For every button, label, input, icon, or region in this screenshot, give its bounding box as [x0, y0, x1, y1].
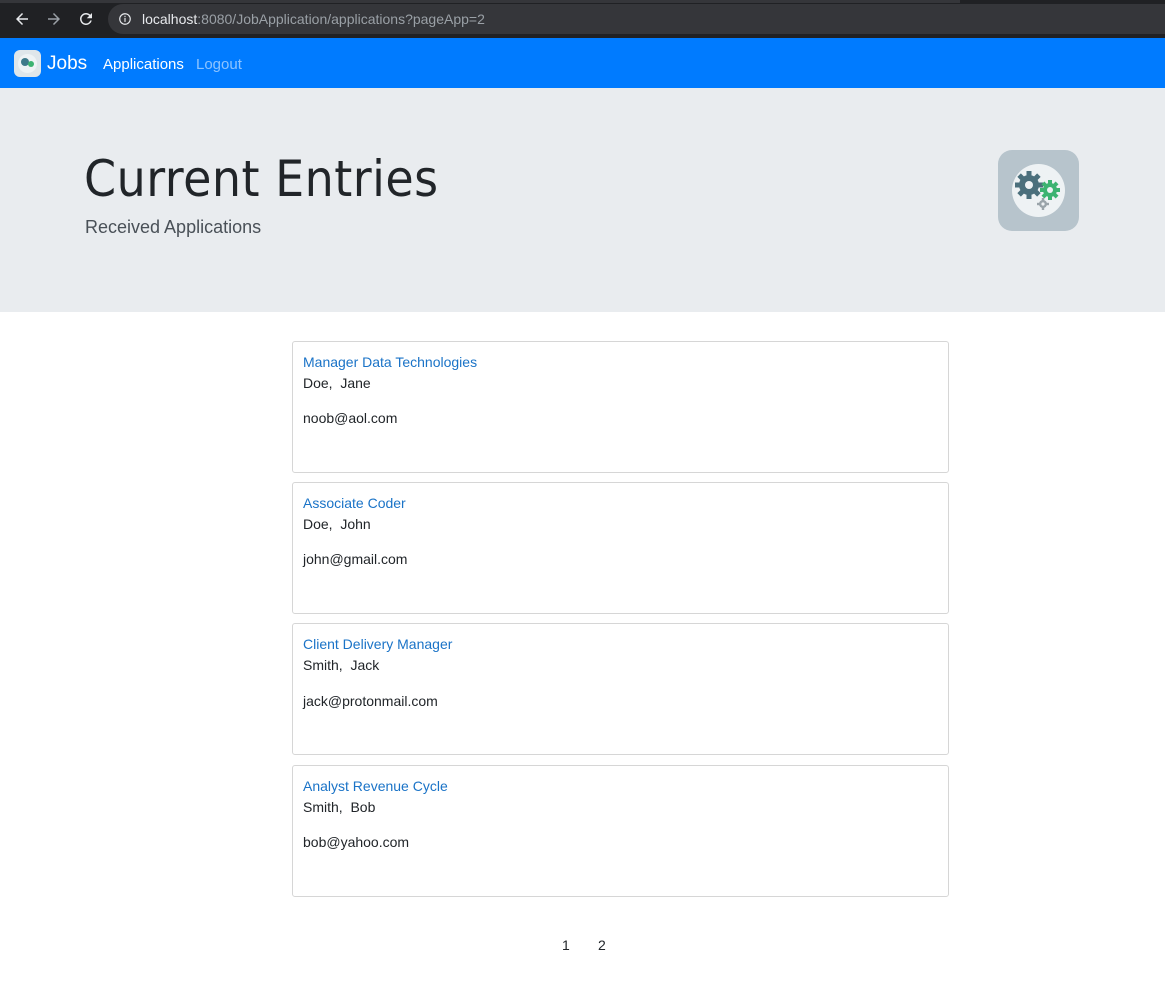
navbar-brand[interactable]: Jobs — [14, 50, 87, 77]
browser-toolbar: localhost:8080/JobApplication/applicatio… — [0, 0, 1165, 38]
applicant-email: jack@protonmail.com — [303, 693, 438, 709]
back-arrow-icon — [16, 13, 28, 25]
application-position-link[interactable]: Associate Coder — [303, 495, 406, 511]
reload-button[interactable] — [74, 8, 98, 30]
pagination-page-2[interactable]: 2 — [598, 937, 606, 953]
applicant-name: Smith, Bob — [303, 799, 376, 815]
page-header: Current Entries Received Applications — [0, 88, 1165, 312]
applicant-email: noob@aol.com — [303, 410, 398, 426]
application-position-link[interactable]: Client Delivery Manager — [303, 636, 452, 652]
nav-logout-link[interactable]: Logout — [196, 56, 242, 73]
gears-icon — [998, 150, 1079, 231]
tab-strip-edge — [0, 0, 960, 3]
application-card: Manager Data Technologies Doe, Jane noob… — [292, 341, 949, 473]
info-icon[interactable] — [118, 12, 132, 26]
reload-icon — [79, 12, 92, 25]
page-title: Current Entries — [84, 150, 439, 208]
applicant-email: john@gmail.com — [303, 551, 408, 567]
application-card: Associate Coder Doe, John john@gmail.com — [292, 482, 949, 614]
forward-arrow-icon — [48, 13, 60, 25]
url-text: localhost:8080/JobApplication/applicatio… — [142, 11, 485, 27]
address-bar[interactable]: localhost:8080/JobApplication/applicatio… — [108, 4, 1165, 34]
back-button[interactable] — [10, 8, 34, 30]
brand-logo-icon — [14, 50, 41, 77]
brand-name: Jobs — [47, 52, 88, 74]
pagination-page-1[interactable]: 1 — [562, 937, 570, 953]
application-card: Analyst Revenue Cycle Smith, Bob bob@yah… — [292, 765, 949, 897]
applicant-name: Smith, Jack — [303, 657, 380, 673]
url-path: :8080/JobApplication/applications?pageAp… — [197, 11, 485, 27]
nav-applications-link[interactable]: Applications — [103, 56, 184, 73]
applicant-name: Doe, John — [303, 516, 371, 532]
navbar: Jobs Applications Logout — [0, 38, 1165, 88]
applicant-email: bob@yahoo.com — [303, 834, 410, 850]
application-position-link[interactable]: Manager Data Technologies — [303, 354, 477, 370]
application-card: Client Delivery Manager Smith, Jack jack… — [292, 623, 949, 755]
forward-button[interactable] — [42, 8, 66, 30]
applicant-name: Doe, Jane — [303, 375, 371, 391]
url-host: localhost — [142, 11, 198, 27]
page-subtitle: Received Applications — [85, 217, 262, 237]
application-position-link[interactable]: Analyst Revenue Cycle — [303, 778, 448, 794]
